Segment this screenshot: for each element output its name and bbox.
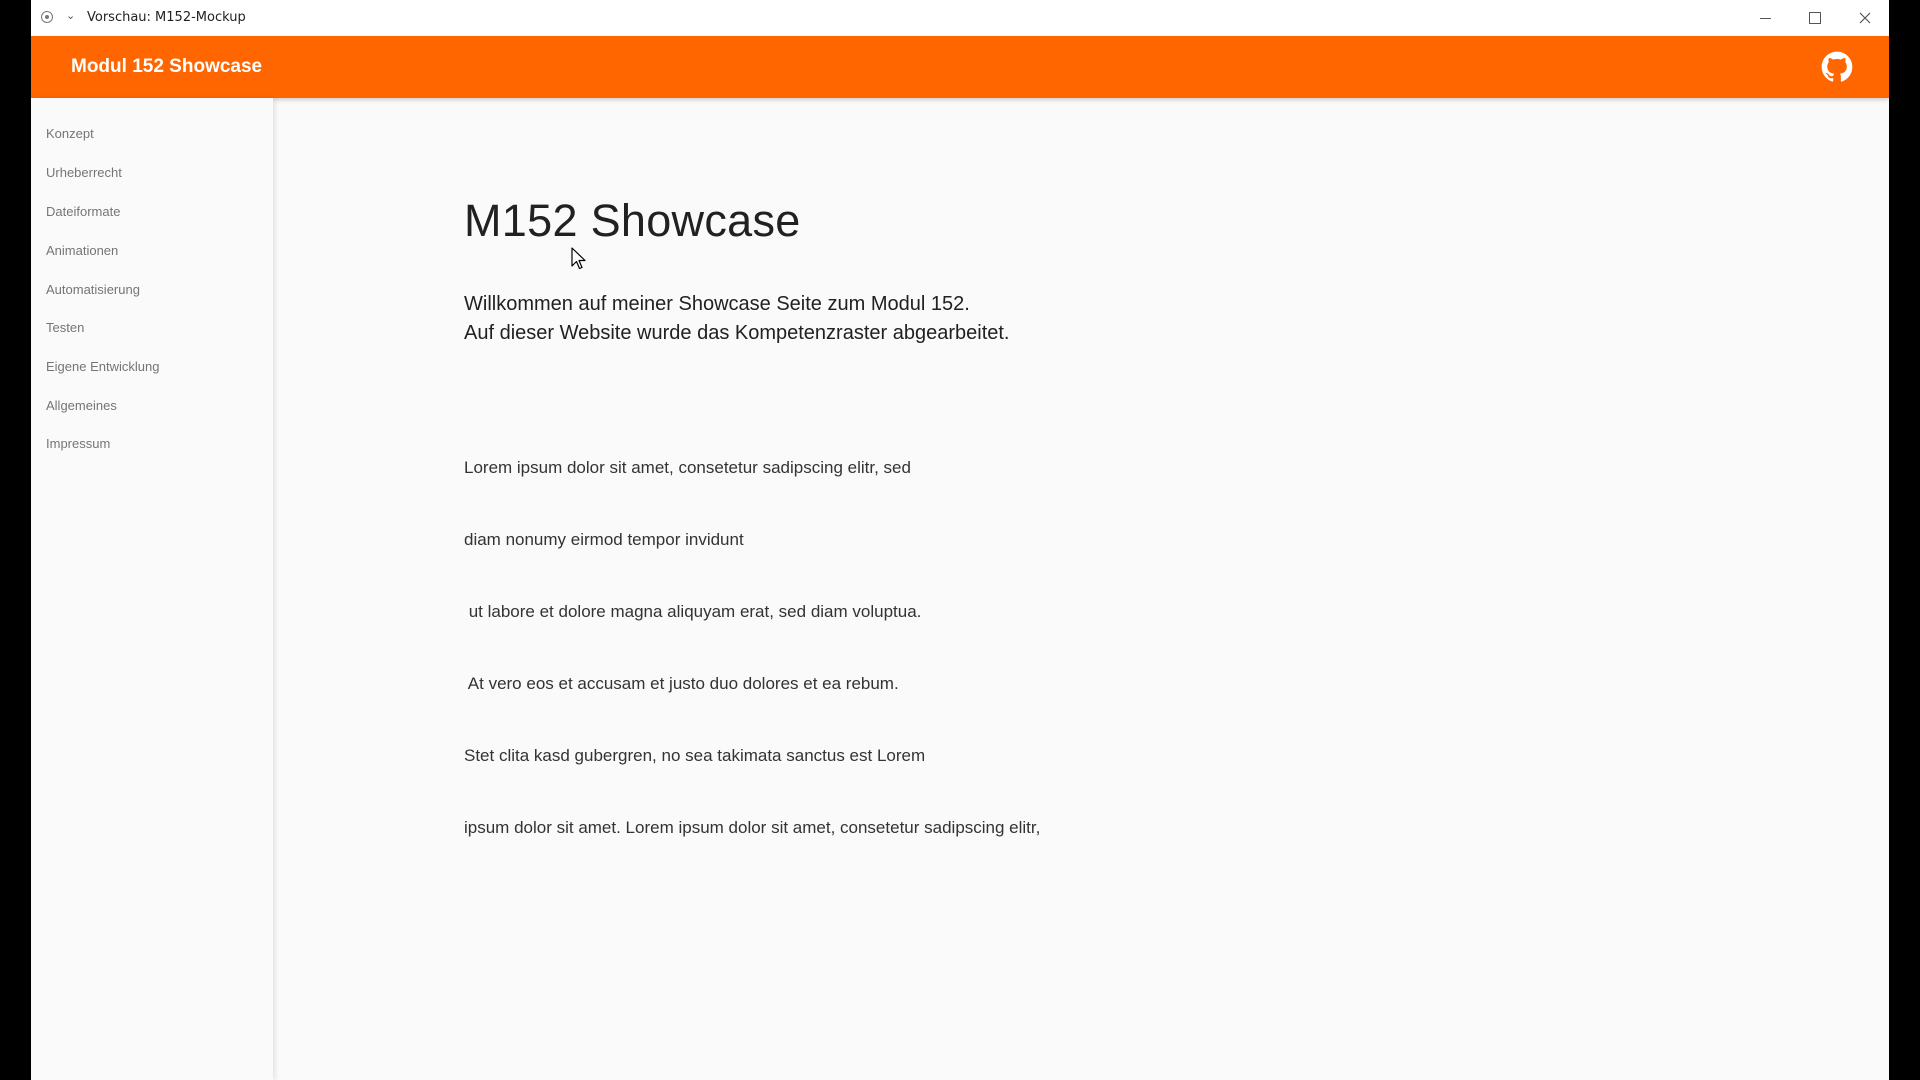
sidebar-item-testen[interactable]: Testen (46, 320, 84, 335)
close-icon (1859, 12, 1871, 24)
intro-text: Willkommen auf meiner Showcase Seite zum… (464, 290, 1010, 348)
lorem-paragraph: Lorem ipsum dolor sit amet, consetetur s… (464, 408, 1040, 888)
app-header: Modul 152 Showcase (31, 36, 1889, 98)
window-title: Vorschau: M152-Mockup (87, 10, 246, 25)
sidebar-item-allgemeines[interactable]: Allgemeines (46, 398, 117, 413)
app-icon (41, 11, 53, 23)
sidebar-item-eigene-entwicklung[interactable]: Eigene Entwicklung (46, 359, 159, 374)
sidebar-item-konzept[interactable]: Konzept (46, 126, 94, 141)
lorem-line: At vero eos et accusam et justo duo dolo… (464, 674, 899, 693)
sidebar-nav: Konzept Urheberrecht Dateiformate Animat… (31, 98, 273, 1080)
lorem-line: Stet clita kasd gubergren, no sea takima… (464, 746, 926, 765)
sidebar-item-urheberrecht[interactable]: Urheberrecht (46, 165, 122, 180)
lorem-line: ut labore et dolore magna aliquyam erat,… (464, 602, 922, 621)
app-title[interactable]: Modul 152 Showcase (71, 56, 262, 78)
mouse-cursor-icon (571, 247, 586, 270)
chevron-down-icon[interactable]: ⌄ (66, 9, 75, 22)
sidebar-item-impressum[interactable]: Impressum (46, 436, 110, 451)
maximize-icon (1809, 12, 1821, 24)
sidebar-item-dateiformate[interactable]: Dateiformate (46, 204, 120, 219)
lorem-line: diam nonumy eirmod tempor invidunt (464, 530, 744, 549)
lorem-line: Lorem ipsum dolor sit amet, consetetur s… (464, 458, 911, 477)
close-button[interactable] (1841, 0, 1889, 36)
main-content: M152 Showcase Willkommen auf meiner Show… (275, 98, 1889, 1080)
sidebar-item-automatisierung[interactable]: Automatisierung (46, 282, 140, 297)
sidebar-item-animationen[interactable]: Animationen (46, 243, 118, 258)
minimize-icon (1759, 17, 1771, 19)
maximize-button[interactable] (1791, 0, 1839, 36)
page-title: M152 Showcase (464, 195, 801, 246)
intro-line: Auf dieser Website wurde das Kompetenzra… (464, 322, 1010, 344)
browser-window: ⌄ Vorschau: M152-Mockup Modul 152 Showca… (31, 0, 1889, 1080)
github-icon[interactable] (1821, 51, 1853, 83)
intro-line: Willkommen auf meiner Showcase Seite zum… (464, 293, 970, 315)
lorem-line: ipsum dolor sit amet. Lorem ipsum dolor … (464, 818, 1041, 837)
window-titlebar: ⌄ Vorschau: M152-Mockup (31, 0, 1889, 37)
minimize-button[interactable] (1741, 0, 1789, 36)
